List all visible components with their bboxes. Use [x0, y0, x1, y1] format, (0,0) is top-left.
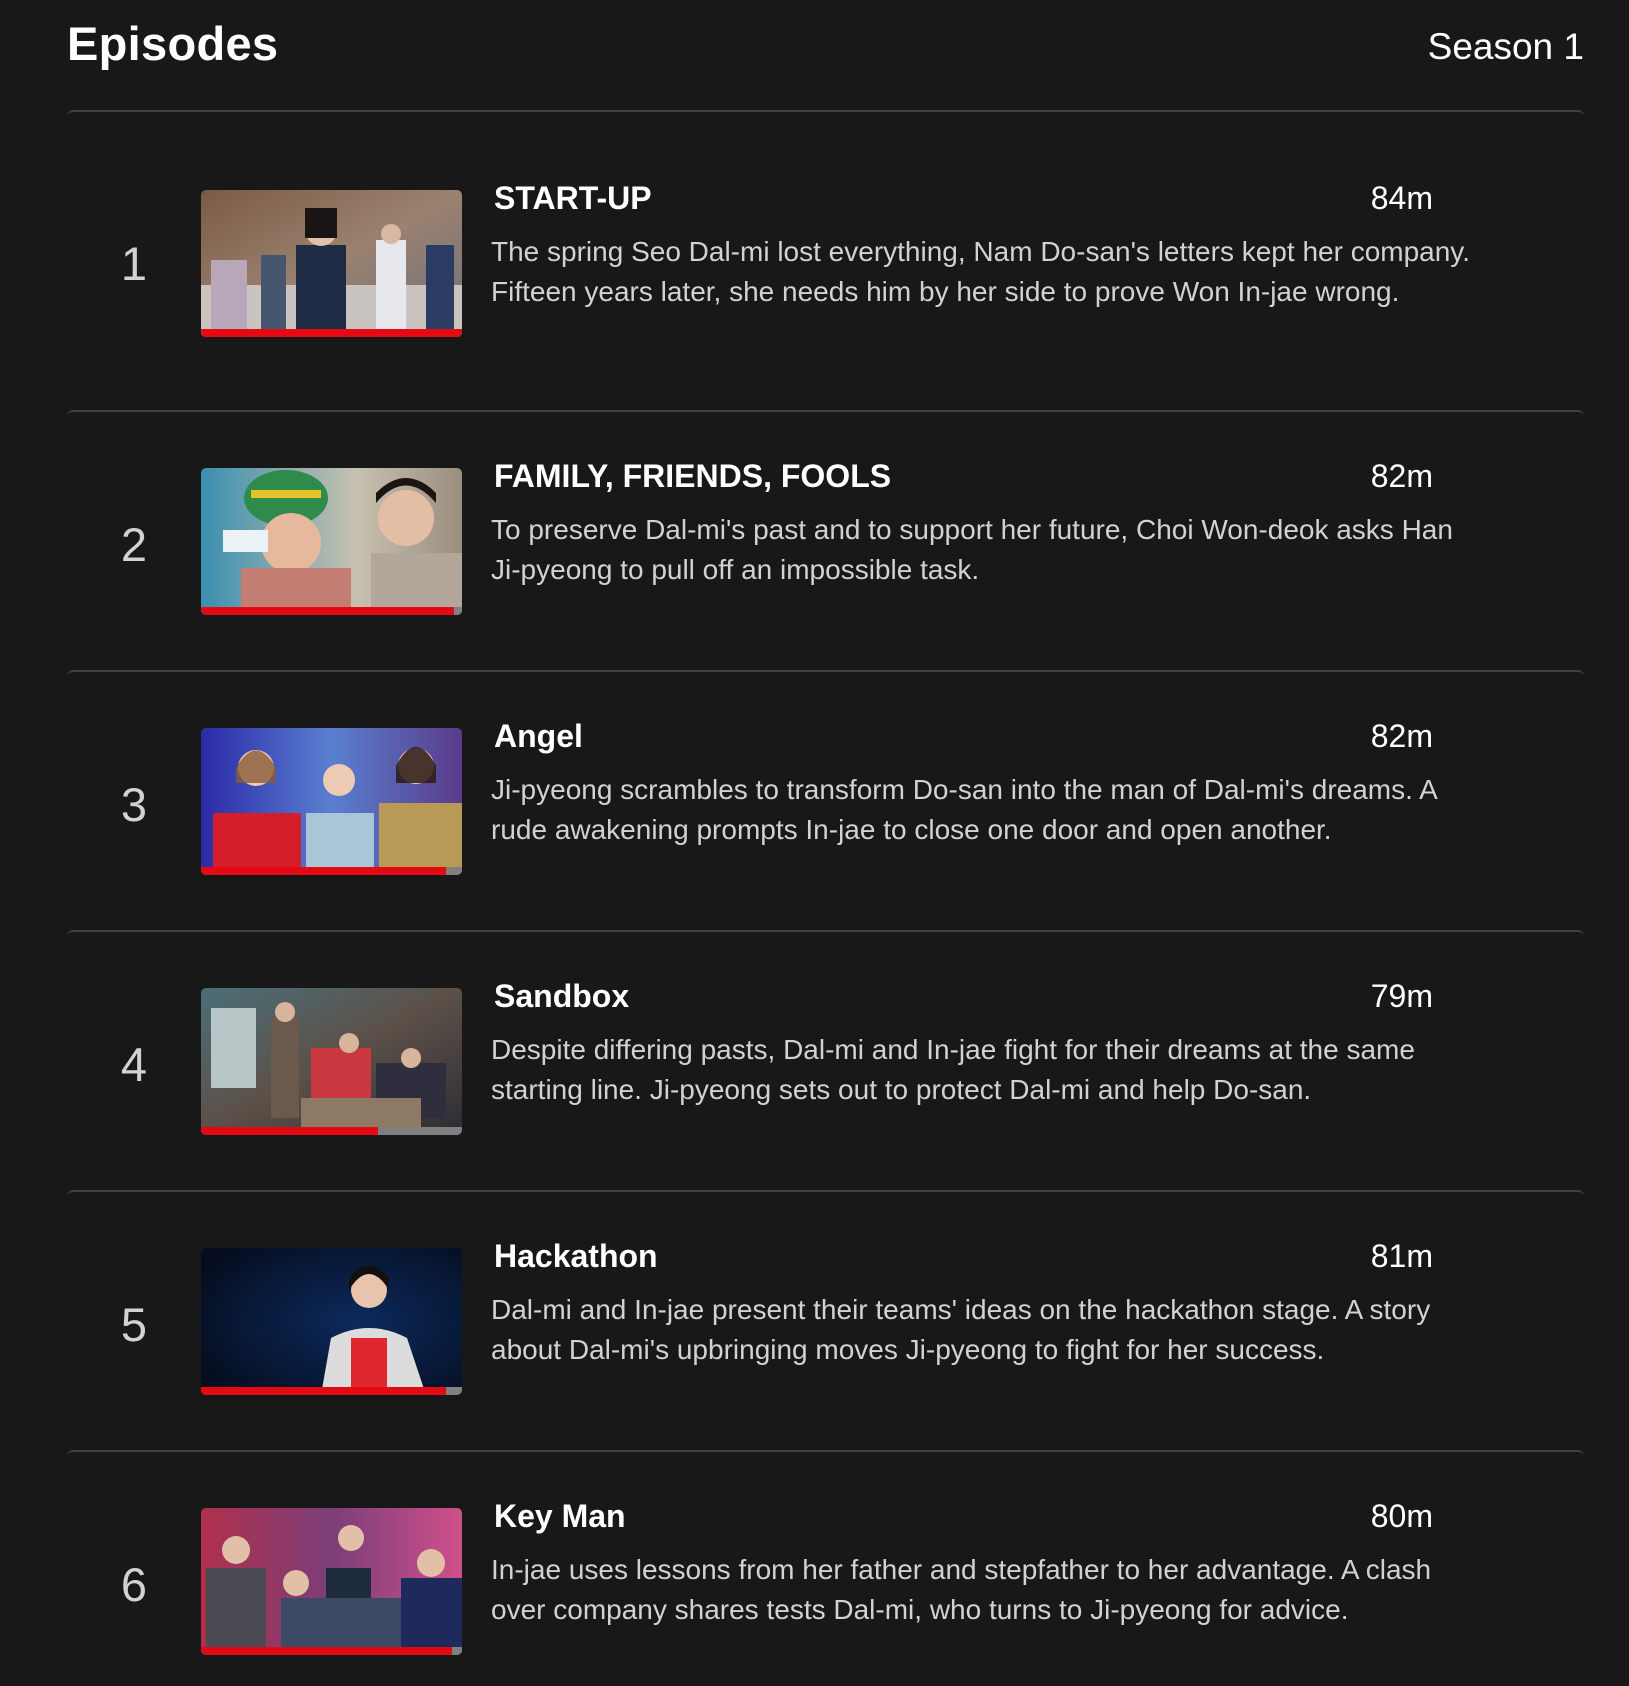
season-selector[interactable]: Season 1 [1428, 26, 1584, 68]
episode-description: Dal-mi and In-jae present their teams' i… [491, 1294, 1431, 1365]
episode-number: 2 [120, 518, 148, 571]
episode-title: Angel [494, 718, 583, 754]
thumbnail-image [201, 1508, 462, 1655]
episode-runtime: 81m [1370, 1238, 1433, 1274]
progress-fill [201, 1387, 447, 1395]
episode-item-3[interactable]: 3 Angel 82m Ji-pyeong scrambles to trans… [67, 670, 1584, 930]
episode-title: Sandbox [494, 978, 630, 1014]
thumbnail-image [201, 190, 462, 337]
episode-description: Ji-pyeong scrambles to transform Do-san … [491, 774, 1437, 845]
episode-thumbnail[interactable] [201, 190, 462, 337]
episode-runtime: 84m [1370, 180, 1433, 216]
episode-runtime: 82m [1370, 718, 1433, 754]
progress-bar [201, 867, 462, 875]
episode-thumbnail[interactable] [201, 988, 462, 1135]
episode-runtime: 80m [1370, 1498, 1433, 1534]
progress-fill [201, 867, 447, 875]
episode-description: Despite differing pasts, Dal-mi and In-j… [491, 1034, 1415, 1105]
episode-runtime: 79m [1370, 978, 1433, 1014]
episode-number: 5 [120, 1298, 148, 1351]
episode-description: In-jae uses lessons from her father and … [491, 1554, 1432, 1625]
episode-title: Hackathon [494, 1238, 658, 1274]
thumbnail-image [201, 988, 462, 1135]
episode-number: 6 [120, 1558, 148, 1611]
page-title: Episodes [67, 17, 279, 70]
episode-description: The spring Seo Dal-mi lost everything, N… [491, 236, 1471, 307]
episode-description: To preserve Dal-mi's past and to support… [491, 514, 1453, 585]
episode-thumbnail[interactable] [201, 468, 462, 615]
episode-runtime: 82m [1370, 458, 1433, 494]
episode-title: Key Man [494, 1498, 626, 1534]
episode-thumbnail[interactable] [201, 1248, 462, 1395]
episode-item-5[interactable]: 5 Hackathon 81m Dal-mi and In-jae presen… [67, 1190, 1584, 1450]
thumbnail-image [201, 728, 462, 875]
episode-number: 4 [120, 1038, 148, 1091]
progress-fill [201, 1127, 379, 1135]
progress-bar [201, 607, 462, 615]
episodes-header: Episodes Season 1 [67, 0, 1584, 110]
episode-title: START-UP [494, 180, 652, 216]
episode-item-1[interactable]: 1 START-UP 84m The spring Seo Dal-mi los… [67, 110, 1584, 410]
progress-bar [201, 1127, 462, 1135]
thumbnail-image [201, 468, 462, 615]
episode-item-6[interactable]: 6 Key Man 80m In-jae uses lessons from h… [67, 1450, 1584, 1686]
episode-thumbnail[interactable] [201, 728, 462, 875]
episode-thumbnail[interactable] [201, 1508, 462, 1655]
episode-number: 1 [120, 237, 148, 290]
progress-bar [201, 1647, 462, 1655]
progress-fill [201, 607, 455, 615]
episode-number: 3 [120, 778, 148, 831]
thumbnail-image [201, 1248, 462, 1395]
episode-title: FAMILY, FRIENDS, FOOLS [494, 458, 892, 494]
progress-bar [201, 1387, 462, 1395]
progress-fill [201, 1647, 452, 1655]
episode-list: 1 START-UP 84m The spring Seo Dal-mi los… [67, 110, 1584, 1686]
progress-bar [201, 329, 462, 337]
episode-item-4[interactable]: 4 Sandbox 79m Despite differing pasts, D… [67, 930, 1584, 1190]
progress-fill [201, 329, 462, 337]
episode-item-2[interactable]: 2 FAMILY, FRIENDS, FOOLS 82m To preserve… [67, 410, 1584, 670]
